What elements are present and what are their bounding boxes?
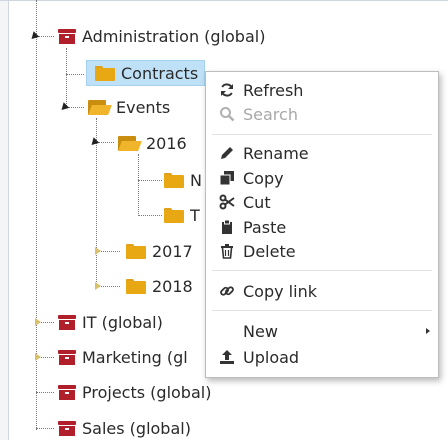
clipboard-icon xyxy=(216,217,238,237)
menu-item-label: Delete xyxy=(243,241,296,261)
menu-item-label: New xyxy=(243,321,278,341)
tree-node-2018[interactable]: 2018 xyxy=(126,274,193,298)
toggle-administration[interactable] xyxy=(29,31,39,41)
toggle-2017[interactable] xyxy=(93,246,103,256)
search-icon xyxy=(216,104,238,124)
context-menu: Refresh Search Rename Copy Cut Paste Del… xyxy=(205,71,439,378)
tree-node-2016[interactable]: 2016 xyxy=(118,131,187,155)
menu-item-label: Cut xyxy=(243,192,271,212)
menu-item-cut[interactable]: Cut xyxy=(206,190,438,214)
scissors-icon xyxy=(216,192,238,212)
tree-node-projects[interactable]: Projects (global) xyxy=(58,380,211,404)
top-border xyxy=(0,0,448,1)
copy-icon xyxy=(216,168,238,188)
folder-icon xyxy=(164,172,184,188)
menu-item-label: Paste xyxy=(243,217,287,237)
toggle-events[interactable] xyxy=(59,102,69,112)
tree-node-label: T xyxy=(190,205,200,225)
tree-node-label: N xyxy=(190,170,202,190)
archive-icon xyxy=(58,420,76,436)
tree-node-it[interactable]: IT (global) xyxy=(58,310,163,334)
upload-icon xyxy=(216,347,238,367)
folder-open-icon xyxy=(88,99,112,115)
menu-item-label: Copy link xyxy=(243,281,317,301)
pencil-icon xyxy=(216,143,238,163)
menu-separator xyxy=(212,270,432,271)
menu-separator xyxy=(212,134,432,135)
menu-item-paste[interactable]: Paste xyxy=(206,215,438,239)
tree-node-2016-child-2[interactable]: T xyxy=(164,203,200,227)
menu-item-upload[interactable]: Upload xyxy=(206,345,438,369)
menu-separator xyxy=(212,310,432,311)
tree-node-events[interactable]: Events xyxy=(88,95,170,119)
link-icon xyxy=(216,281,238,301)
refresh-icon xyxy=(216,80,238,100)
archive-icon xyxy=(58,28,76,44)
menu-item-delete[interactable]: Delete xyxy=(206,239,438,263)
tree-node-label: 2018 xyxy=(152,276,193,296)
menu-item-label: Upload xyxy=(243,347,300,367)
folder-icon xyxy=(126,243,146,259)
tree-node-label: IT (global) xyxy=(82,312,163,332)
folder-icon xyxy=(95,65,115,81)
tree-node-2017[interactable]: 2017 xyxy=(126,239,193,263)
toggle-marketing[interactable] xyxy=(33,352,43,362)
left-gutter xyxy=(0,0,8,440)
tree-node-marketing[interactable]: Marketing (gl xyxy=(58,345,188,369)
menu-item-copy-link[interactable]: Copy link xyxy=(206,279,438,303)
menu-item-label: Refresh xyxy=(243,80,304,100)
tree-node-label: 2016 xyxy=(146,133,187,153)
archive-icon xyxy=(58,314,76,330)
menu-item-refresh[interactable]: Refresh xyxy=(206,78,438,102)
submenu-arrow-icon xyxy=(426,328,430,334)
archive-icon xyxy=(58,384,76,400)
trash-icon xyxy=(216,241,238,261)
menu-item-label: Copy xyxy=(243,168,284,188)
tree-node-label: Projects (global) xyxy=(82,382,212,402)
tree-node-2016-child-1[interactable]: N xyxy=(164,168,202,192)
tree-node-label: Marketing (gl xyxy=(82,347,188,367)
folder-icon xyxy=(164,207,184,223)
menu-item-rename[interactable]: Rename xyxy=(206,141,438,165)
tree-node-administration[interactable]: Administration (global) xyxy=(58,24,265,48)
left-border xyxy=(8,0,9,440)
archive-icon xyxy=(58,349,76,365)
tree-node-label: Administration (global) xyxy=(82,26,266,46)
tree-node-contracts[interactable]: Contracts xyxy=(86,60,206,86)
menu-item-label: Rename xyxy=(243,143,309,163)
folder-open-icon xyxy=(118,135,142,151)
tree-node-label: Sales (global) xyxy=(82,418,191,438)
toggle-it[interactable] xyxy=(33,317,43,327)
menu-item-label: Search xyxy=(243,104,298,124)
tree-node-label: 2017 xyxy=(152,241,193,261)
tree-node-label: Contracts xyxy=(121,63,199,83)
menu-item-search[interactable]: Search xyxy=(206,102,438,126)
toggle-2016[interactable] xyxy=(89,137,99,147)
tree-node-sales[interactable]: Sales (global) xyxy=(58,416,191,440)
tree-node-label: Events xyxy=(116,97,171,117)
toggle-2018[interactable] xyxy=(93,281,103,291)
folder-icon xyxy=(126,278,146,294)
menu-item-copy[interactable]: Copy xyxy=(206,166,438,190)
menu-item-new[interactable]: New xyxy=(206,319,438,343)
